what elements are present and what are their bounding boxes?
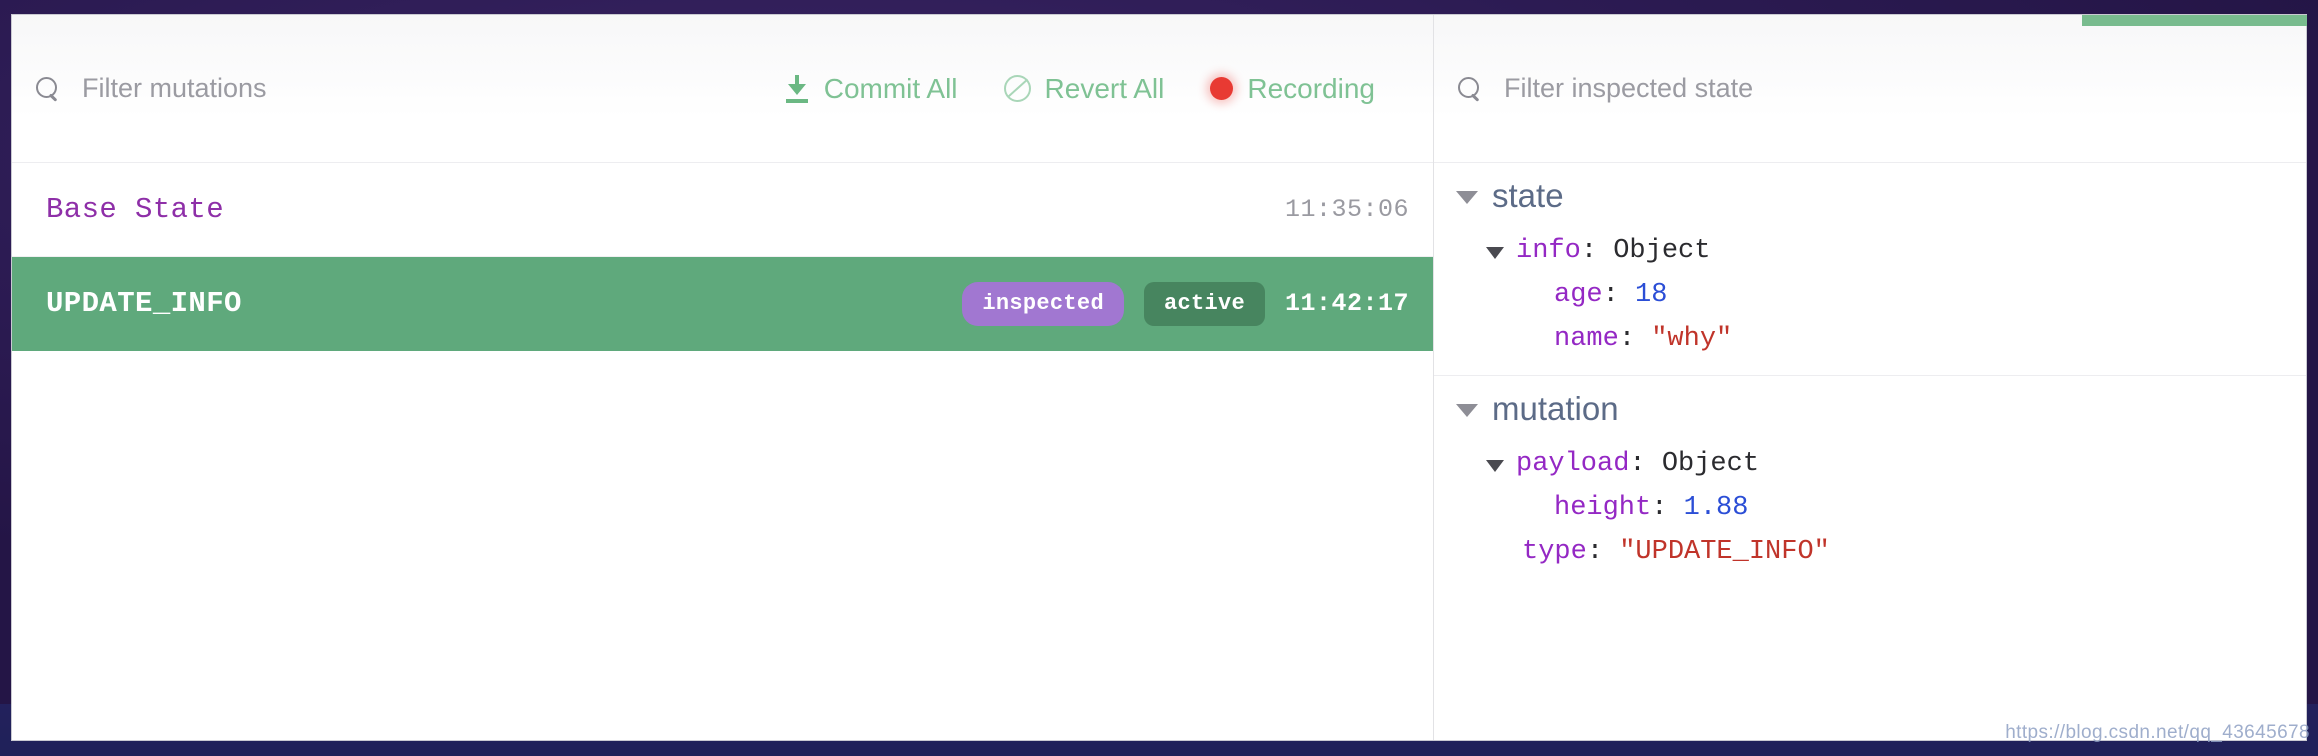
list-item[interactable]: type : "UPDATE_INFO" bbox=[1434, 530, 2306, 574]
search-icon bbox=[34, 76, 60, 102]
inspector-pane: state info : Object age : 18 nam bbox=[1434, 15, 2306, 740]
tree-separator: : bbox=[1586, 537, 1620, 567]
tree-value: "why" bbox=[1651, 324, 1733, 354]
tree-value: 1.88 bbox=[1683, 493, 1749, 523]
record-dot-icon bbox=[1210, 77, 1234, 100]
mutation-list: Base State 11:35:06 UPDATE_INFO inspecte… bbox=[12, 163, 1433, 740]
tree-value: "UPDATE_INFO" bbox=[1619, 537, 1830, 567]
chevron-down-icon[interactable] bbox=[1456, 191, 1478, 204]
tree-key: name bbox=[1554, 324, 1619, 354]
list-item[interactable]: info : Object bbox=[1434, 229, 2306, 273]
mutations-toolbar: Commit All Revert All Recording bbox=[12, 15, 1433, 163]
tree-separator: : bbox=[1651, 493, 1684, 523]
tree-key: age bbox=[1554, 280, 1603, 310]
tree-root-state[interactable]: state bbox=[1434, 163, 2306, 229]
vue-devtools-vuex-panel: Commit All Revert All Recording Base Sta… bbox=[11, 14, 2307, 741]
mutation-name: UPDATE_INFO bbox=[46, 287, 242, 320]
tree-key: height bbox=[1554, 493, 1652, 523]
chevron-down-icon[interactable] bbox=[1486, 246, 1504, 259]
tree-separator: : bbox=[1629, 449, 1662, 479]
watermark-text: https://blog.csdn.net/qq_43645678 bbox=[2005, 722, 2310, 743]
mutations-toolbar-actions: Commit All Revert All Recording bbox=[784, 73, 1411, 105]
tree-root-label: mutation bbox=[1492, 390, 1619, 427]
mutation-row-meta: 11:35:06 bbox=[1285, 195, 1409, 224]
status-badge-inspected: inspected bbox=[962, 281, 1124, 326]
tree-value: Object bbox=[1613, 236, 1711, 266]
commit-all-button[interactable]: Commit All bbox=[784, 73, 958, 105]
table-row[interactable]: UPDATE_INFO inspected active 11:42:17 bbox=[12, 257, 1433, 351]
green-accent-bar bbox=[2082, 15, 2307, 26]
state-tree: state info : Object age : 18 name: "why… bbox=[1434, 163, 2306, 740]
commit-all-label: Commit All bbox=[823, 72, 958, 104]
tree-key: info bbox=[1516, 236, 1581, 266]
download-icon bbox=[784, 74, 810, 103]
mutation-row-meta: inspected active 11:42:17 bbox=[962, 281, 1409, 326]
tree-separator: : bbox=[1580, 236, 1614, 266]
list-item[interactable]: payload : Object bbox=[1434, 442, 2306, 486]
recording-label: Recording bbox=[1247, 72, 1375, 104]
inspector-search[interactable] bbox=[1456, 73, 2284, 104]
tree-section-state: state info : Object age : 18 name: "why… bbox=[1434, 163, 2306, 375]
ban-icon bbox=[1003, 75, 1031, 102]
chevron-down-icon[interactable] bbox=[1486, 459, 1504, 472]
tree-root-mutation[interactable]: mutation bbox=[1434, 376, 2306, 442]
screen: Commit All Revert All Recording Base Sta… bbox=[0, 0, 2318, 756]
tree-section-mutation: mutation payload : Object height : 1.88 bbox=[1434, 375, 2306, 574]
filter-mutations-input[interactable] bbox=[82, 73, 642, 104]
mutations-search[interactable] bbox=[34, 73, 784, 104]
mutation-timestamp: 11:42:17 bbox=[1284, 289, 1409, 318]
tree-root-label: state bbox=[1492, 177, 1564, 214]
status-badge-active: active bbox=[1143, 281, 1265, 326]
mutations-pane: Commit All Revert All Recording Base Sta… bbox=[12, 15, 1434, 740]
recording-toggle-button[interactable]: Recording bbox=[1210, 73, 1375, 105]
tree-separator: : bbox=[1618, 324, 1652, 354]
list-item[interactable]: age : 18 bbox=[1434, 273, 2306, 317]
tree-value: 18 bbox=[1635, 280, 1668, 310]
tree-separator: : bbox=[1602, 280, 1636, 310]
inspector-toolbar bbox=[1434, 15, 2306, 163]
search-icon bbox=[1456, 76, 1482, 102]
tree-key: payload bbox=[1516, 449, 1630, 479]
tree-value: Object bbox=[1661, 449, 1760, 479]
list-item[interactable]: name : "why" bbox=[1434, 317, 2306, 361]
filter-inspected-state-input[interactable] bbox=[1504, 73, 2064, 104]
revert-all-button[interactable]: Revert All bbox=[1003, 72, 1165, 105]
chevron-down-icon[interactable] bbox=[1456, 404, 1478, 417]
mutation-timestamp: 11:35:06 bbox=[1284, 195, 1409, 224]
tree-key: type bbox=[1522, 537, 1587, 567]
mutation-name: Base State bbox=[46, 193, 225, 226]
table-row[interactable]: Base State 11:35:06 bbox=[12, 163, 1433, 257]
list-item[interactable]: height : 1.88 bbox=[1434, 486, 2306, 530]
revert-all-label: Revert All bbox=[1044, 72, 1165, 104]
